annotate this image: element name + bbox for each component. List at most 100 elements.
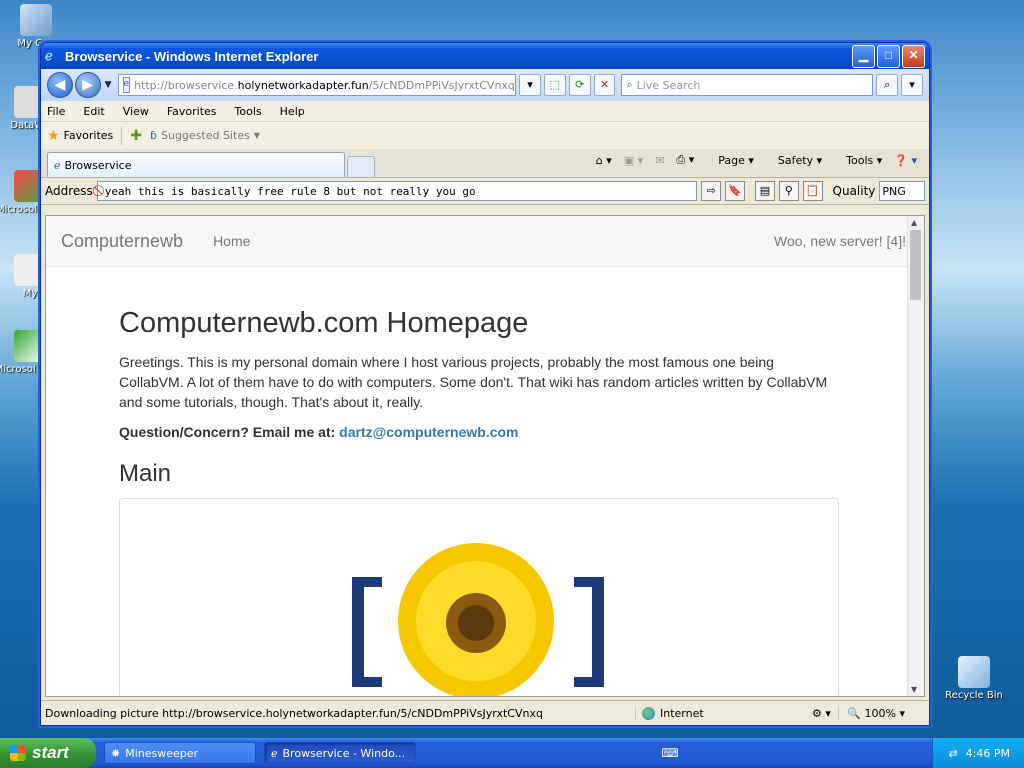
status-bar: Downloading picture http://browservice.h… (41, 700, 929, 725)
mail-icon[interactable]: ✉ (655, 154, 664, 167)
search-options-dropdown[interactable]: ▾ (901, 74, 923, 96)
divider (121, 126, 123, 145)
safety-menu-label: Safety (777, 153, 814, 167)
tab-row: ℯ Browservice ⌂ ▾ ▣ ▾ ✉ ⎙ ▾ Page ▾ Safet… (41, 149, 929, 177)
url-rest: /5/cNDDmPPiVsJyrxtCVnxqvzgvV (368, 78, 515, 92)
zoom-value: 100% (864, 706, 896, 720)
search-button[interactable]: ⌕ (876, 74, 899, 96)
search-placeholder: Live Search (636, 78, 701, 92)
refresh-icon[interactable]: ⟳ (568, 74, 591, 96)
nav-home-link[interactable]: Home (213, 233, 250, 249)
feeds-icon[interactable]: ▣ ▾ (624, 154, 643, 167)
keyboard-icon[interactable]: ⌨ (661, 746, 678, 760)
protected-mode-icon[interactable]: ⚙ ▾ (812, 707, 831, 720)
ie-page-icon: ℯ (54, 158, 61, 172)
window-title: Browservice - Windows Internet Explorer (65, 48, 319, 64)
quality-value: PNG (882, 184, 906, 198)
recycle-bin-icon (958, 656, 990, 688)
scroll-thumb[interactable] (910, 230, 921, 300)
logo-right-bracket (592, 577, 604, 687)
chevron-down-icon[interactable]: ▼ (254, 131, 260, 140)
close-button[interactable]: ✕ (902, 44, 925, 68)
bookmarks-list-icon[interactable]: ▤ (755, 181, 775, 201)
start-button[interactable]: start (0, 738, 96, 768)
print-icon[interactable]: ⎙ ▾ (676, 153, 694, 167)
help-icon[interactable]: ❓ ▾ (894, 154, 917, 167)
desktop-icon-recycle-bin[interactable]: Recycle Bin (938, 656, 1010, 701)
address-input[interactable]: ⃠ yeah this is basically free rule 8 but… (96, 181, 698, 201)
url-bar[interactable]: e http://browservice. holynetworkadapter.… (117, 74, 517, 96)
address-value: yeah this is basically free rule 8 but n… (104, 184, 476, 198)
go-arrow-icon[interactable]: ⇨ (701, 181, 722, 201)
section-heading-main: Main (119, 460, 172, 487)
menu-view[interactable]: View (123, 105, 149, 118)
page-content: Computernewb Home Woo, new server! [4]! … (45, 215, 925, 697)
status-message: Downloading picture http://browservice.h… (45, 706, 543, 720)
suggested-sites-link[interactable]: Suggested Sites (161, 129, 250, 142)
main-container: Computernewb.com Homepage Greetings. Thi… (46, 267, 839, 696)
command-bar: ⌂ ▾ ▣ ▾ ✉ ⎙ ▾ Page ▾ Safety ▾ Tools ▾ ❓ … (584, 153, 917, 167)
bookmark-icon[interactable]: 🔖 (725, 181, 745, 201)
desktop-icon-label: Recycle Bin (945, 690, 1003, 701)
ie-logo-icon: ℯ (45, 48, 53, 63)
minimize-button[interactable]: ▁ (852, 44, 875, 68)
taskbar-item-minesweeper[interactable]: ✸ Minesweeper (104, 742, 256, 764)
compatibility-icon[interactable]: ⬚ (543, 74, 566, 96)
menu-help[interactable]: Help (280, 105, 305, 118)
menu-file[interactable]: File (47, 105, 65, 118)
start-label: start (32, 743, 69, 762)
security-zone[interactable]: Internet (635, 706, 802, 720)
menu-tools[interactable]: Tools (235, 105, 262, 118)
scroll-up-icon[interactable]: ▲ (911, 218, 917, 227)
email-link[interactable]: dartz@computernewb.com (339, 424, 518, 440)
scroll-down-icon[interactable]: ▼ (911, 685, 917, 694)
tools-menu[interactable]: Tools ▾ (834, 154, 882, 167)
network-icon[interactable]: ⇄ (948, 747, 957, 760)
tab-label: Browservice (64, 158, 132, 172)
menu-edit[interactable]: Edit (83, 105, 104, 118)
vertical-scrollbar[interactable]: ▲ ▼ (907, 216, 924, 696)
task-label: Minesweeper (125, 746, 199, 760)
home-icon[interactable]: ⌂ ▾ (596, 154, 612, 167)
menu-favorites[interactable]: Favorites (167, 105, 217, 118)
nav-new-server-link[interactable]: Woo, new server! [4]! (774, 233, 906, 249)
main-panel (119, 498, 839, 696)
clock: 4:46 PM (965, 746, 1010, 760)
taskbar-item-browservice[interactable]: ℯ Browservice - Windo... (264, 742, 416, 764)
zoom-control[interactable]: 🔍 100% ▾ (838, 706, 905, 720)
favorites-star-icon: ★ (47, 127, 60, 144)
new-tab-button[interactable] (347, 156, 375, 177)
stop-icon[interactable]: ✕ (593, 74, 616, 96)
back-button[interactable]: ◀ (47, 72, 73, 98)
taskbar: start ✸ Minesweeper ℯ Browservice - Wind… (0, 738, 1024, 768)
forward-button[interactable]: ▶ (74, 72, 101, 98)
url-prefix: http://browservice. (134, 78, 238, 92)
favorites-button[interactable]: Favorites (64, 129, 114, 142)
task-label: Browservice - Windo... (282, 746, 406, 760)
title-bar[interactable]: ℯ Browservice - Windows Internet Explore… (41, 43, 929, 69)
search-input[interactable]: ⌕ Live Search (621, 74, 874, 96)
site-navbar: Computernewb Home Woo, new server! [4]! (46, 216, 924, 267)
contact-line: Question/Concern? Email me at: dartz@com… (119, 422, 839, 442)
tab-browservice[interactable]: ℯ Browservice (47, 152, 345, 177)
site-brand[interactable]: Computernewb (61, 231, 183, 252)
intro-text: Greetings. This is my personal domain wh… (119, 354, 828, 410)
windows-logo-icon (10, 745, 26, 761)
page-menu[interactable]: Page ▾ (706, 154, 754, 167)
page-title: Computernewb.com Homepage (119, 307, 529, 339)
quality-label: Quality (832, 184, 876, 198)
page-icon: e (122, 77, 131, 93)
bing-icon: ɓ (150, 129, 157, 142)
add-favorite-icon[interactable]: ✚ (130, 128, 142, 144)
clipboard-icon[interactable]: 📋 (802, 181, 823, 201)
maximize-button[interactable]: □ (877, 44, 900, 68)
safety-menu[interactable]: Safety ▾ (766, 154, 822, 167)
url-dropdown-button[interactable]: ▾ (519, 74, 541, 96)
find-icon[interactable]: ⚲ (778, 181, 799, 201)
quality-select[interactable]: PNG (879, 181, 926, 201)
computernewb-logo (352, 543, 604, 696)
recent-pages-dropdown[interactable]: ▼ (105, 80, 112, 90)
globe-icon (642, 706, 655, 720)
url-host: holynetworkadapter.fun (237, 78, 369, 92)
ie-window: ℯ Browservice - Windows Internet Explore… (40, 42, 930, 726)
